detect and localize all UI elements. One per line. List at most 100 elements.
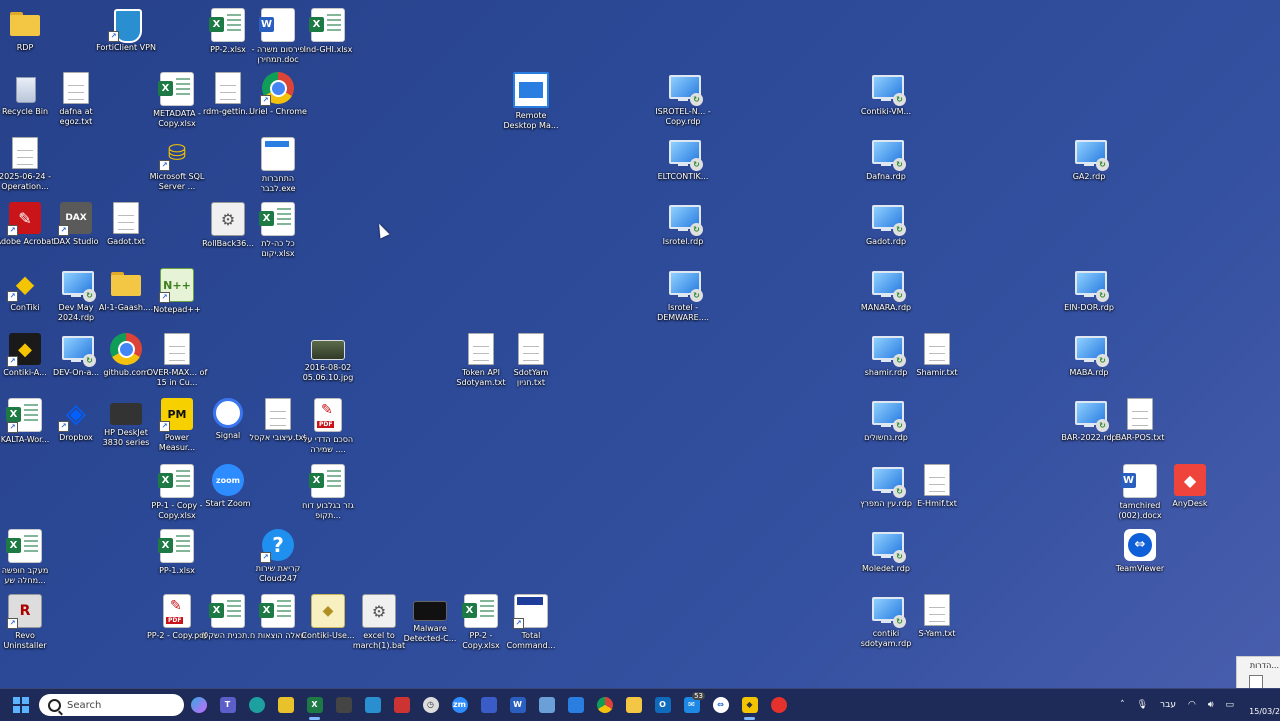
teams-icon: T bbox=[219, 697, 236, 713]
text-file-icon bbox=[63, 72, 89, 104]
hitchabrut-exe-icon[interactable]: התחברות לבבר.exe bbox=[247, 137, 309, 194]
acrobat-icon: ✎ ↗ bbox=[7, 202, 41, 236]
isrotel-demware-rdp-icon[interactable]: ↻ Isrotel - DEMWARE.... bbox=[652, 268, 714, 323]
gizar-xlsx-icon[interactable]: X גזר בגלבוע דוח תקופ... bbox=[297, 464, 359, 521]
operation-txt-icon[interactable]: 2025-06-24 - Operation... bbox=[0, 137, 56, 192]
taskbar-app-dark[interactable] bbox=[329, 689, 358, 721]
taskbar-explorer-yellow[interactable] bbox=[271, 689, 300, 721]
gadot-rdp-icon[interactable]: ↻ Gadot.rdp bbox=[855, 202, 917, 247]
rdp-folder-icon[interactable]: RDP bbox=[0, 8, 56, 53]
nishulim-rdp-icon[interactable]: ↻ נחשולים.rdp bbox=[855, 398, 917, 443]
search-box[interactable]: Search bbox=[39, 694, 184, 716]
forticlient-icon[interactable]: ↗ FortiClient VPN bbox=[95, 8, 157, 53]
taskbar-copilot[interactable] bbox=[184, 689, 213, 721]
rdp-icon: ↻ bbox=[870, 202, 906, 236]
eltcontik-rdp-icon[interactable]: ↻ ELTCONTIK... bbox=[652, 137, 714, 182]
start-button[interactable] bbox=[5, 689, 37, 721]
taskbar-file-explorer[interactable] bbox=[619, 689, 648, 721]
contiki-vm-rdp-icon[interactable]: ↻ Contiki-VM... bbox=[855, 72, 917, 117]
taskbar-contiki[interactable]: ◆ bbox=[735, 689, 764, 721]
remote-desktop-icon[interactable]: Remote Desktop Ma... bbox=[500, 72, 562, 131]
rdp-icon: ↻ bbox=[870, 398, 906, 432]
taskbar-excel[interactable]: X bbox=[300, 689, 329, 721]
volume-icon[interactable]: 🔊︎ bbox=[1208, 700, 1214, 710]
contiki-app-icon: ◆ ↗ bbox=[7, 333, 41, 367]
moledet-rdp-icon[interactable]: ↻ Moledet.rdp bbox=[855, 529, 917, 574]
edge-icon bbox=[248, 697, 265, 713]
kriat-sherut-icon[interactable]: ? ↗ קריאת שירות Cloud247 bbox=[247, 529, 309, 584]
text-file-icon bbox=[12, 137, 38, 169]
taskbar-save-app[interactable] bbox=[474, 689, 503, 721]
kol-ha-xlsx-icon[interactable]: X כל כה-לת יקום.xlsx bbox=[247, 202, 309, 259]
uriel-chrome-icon[interactable]: ↗ Uriel - Chrome bbox=[247, 72, 309, 117]
word-file-icon: W bbox=[259, 8, 295, 42]
taskbar-edge[interactable] bbox=[242, 689, 271, 721]
revo-uninstaller-icon[interactable]: R ↗ Revo Uninstaller bbox=[0, 594, 56, 651]
taskbar-zoom[interactable]: zm bbox=[445, 689, 474, 721]
notepad-icon[interactable]: N++ ↗ Notepad++ bbox=[146, 268, 208, 315]
teamviewer-icon[interactable]: ⇔ TeamViewer bbox=[1109, 529, 1171, 574]
rdp-icon: ↻ bbox=[870, 137, 906, 171]
shamir-txt-icon[interactable]: Shamir.txt bbox=[906, 333, 968, 378]
ind-ghi-icon[interactable]: X Ind-GHI.xlsx bbox=[297, 8, 359, 55]
taskbar-red-app[interactable] bbox=[387, 689, 416, 721]
taskbar-chrome[interactable] bbox=[590, 689, 619, 721]
isrotel-rdp-icon[interactable]: ↻ Isrotel.rdp bbox=[652, 202, 714, 247]
excel-file-icon: X ↗ bbox=[6, 398, 42, 433]
manara-rdp-icon[interactable]: ↻ MANARA.rdp bbox=[855, 268, 917, 313]
notification-popup[interactable]: הדרות... bbox=[1236, 656, 1280, 692]
jpg-2016-icon[interactable]: 2016-08-02 05.06.10.jpg bbox=[297, 333, 359, 383]
ga2-rdp-icon[interactable]: ↻ GA2.rdp bbox=[1058, 137, 1120, 182]
sdotyam-txt-icon[interactable]: SdotYam חניון.txt bbox=[500, 333, 562, 388]
battery-icon[interactable]: ▭ bbox=[1225, 700, 1234, 710]
notification-checkbox[interactable] bbox=[1249, 675, 1263, 689]
taskbar-teamviewer[interactable]: ⇔ bbox=[706, 689, 735, 721]
image-file-icon bbox=[311, 340, 345, 360]
dafna-txt-icon[interactable]: dafna at egoz.txt bbox=[45, 72, 107, 127]
text-file-icon bbox=[164, 333, 190, 365]
wifi-icon[interactable]: ◠ bbox=[1188, 700, 1196, 710]
start-zoom-icon[interactable]: zoom Start Zoom bbox=[197, 464, 259, 509]
dropbox-logo-icon: ◈ ↗ bbox=[58, 398, 92, 432]
overmax-icon[interactable]: OVER-MAX... of 15 in Cu... bbox=[146, 333, 208, 388]
syam-txt-icon[interactable]: S-Yam.txt bbox=[906, 594, 968, 639]
excel-file-icon: X bbox=[6, 529, 42, 563]
anydesk-logo-icon: ◆ bbox=[1174, 464, 1206, 496]
excel-file-icon: X bbox=[209, 8, 245, 42]
maba-rdp-icon[interactable]: ↻ MABA.rdp bbox=[1058, 333, 1120, 378]
rdp-icon: ↻ bbox=[870, 464, 906, 498]
language-indicator[interactable]: עבר bbox=[1160, 700, 1176, 710]
isrotel-copy-rdp-icon[interactable]: ↻ ISROTEL-N... - Copy.rdp bbox=[652, 72, 714, 127]
rdp-icon: ↻ bbox=[1073, 137, 1109, 171]
sql-server-icon[interactable]: ⛁ ↗ Microsoft SQL Server ... bbox=[146, 137, 208, 192]
taskbar-outlook[interactable]: O bbox=[648, 689, 677, 721]
folder-icon bbox=[9, 8, 41, 40]
rdp-icon: ↻ bbox=[870, 268, 906, 302]
pp1-xlsx-icon[interactable]: X PP-1.xlsx bbox=[146, 529, 208, 576]
barpos-txt-icon[interactable]: BAR-POS.txt bbox=[1109, 398, 1171, 443]
taskbar-word[interactable]: W bbox=[503, 689, 532, 721]
taskbar-forticlient[interactable] bbox=[358, 689, 387, 721]
chevron-up-icon[interactable]: ˄ bbox=[1120, 700, 1125, 710]
gadot-txt-icon[interactable]: Gadot.txt bbox=[95, 202, 157, 247]
taskbar-red-circle-app[interactable] bbox=[764, 689, 793, 721]
eindor-rdp-icon[interactable]: ↻ EIN-DOR.rdp bbox=[1058, 268, 1120, 313]
clock-date[interactable]: 15/03/2 bbox=[1240, 707, 1280, 716]
anydesk-icon[interactable]: ◆ AnyDesk bbox=[1159, 464, 1221, 509]
taskbar-rdp[interactable] bbox=[561, 689, 590, 721]
haskem-pdf-icon[interactable]: ✎ PDF הסכם הדדי על שמירה .... bbox=[297, 398, 359, 455]
rdp-icon: ↻ bbox=[870, 72, 906, 106]
dark-app-icon bbox=[335, 697, 352, 713]
red-circle-icon bbox=[770, 697, 787, 713]
excel-file-icon: X bbox=[462, 594, 498, 628]
maakav-icon[interactable]: X מעקב חופשה מחלה שע... bbox=[0, 529, 56, 586]
ehmif-txt-icon[interactable]: E-Hmif.txt bbox=[906, 464, 968, 509]
microphone-icon[interactable]: 🎙︎ bbox=[1137, 700, 1148, 710]
taskbar-teams[interactable]: T bbox=[213, 689, 242, 721]
total-commander-icon[interactable]: ↗ Total Command... bbox=[500, 594, 562, 651]
taskbar-remote-app[interactable] bbox=[532, 689, 561, 721]
rdp-icon bbox=[567, 697, 584, 713]
taskbar-outlook-mail[interactable]: ✉ 53 bbox=[677, 689, 706, 721]
dafna-rdp-icon[interactable]: ↻ Dafna.rdp bbox=[855, 137, 917, 182]
taskbar-clock-app[interactable]: ◷ bbox=[416, 689, 445, 721]
